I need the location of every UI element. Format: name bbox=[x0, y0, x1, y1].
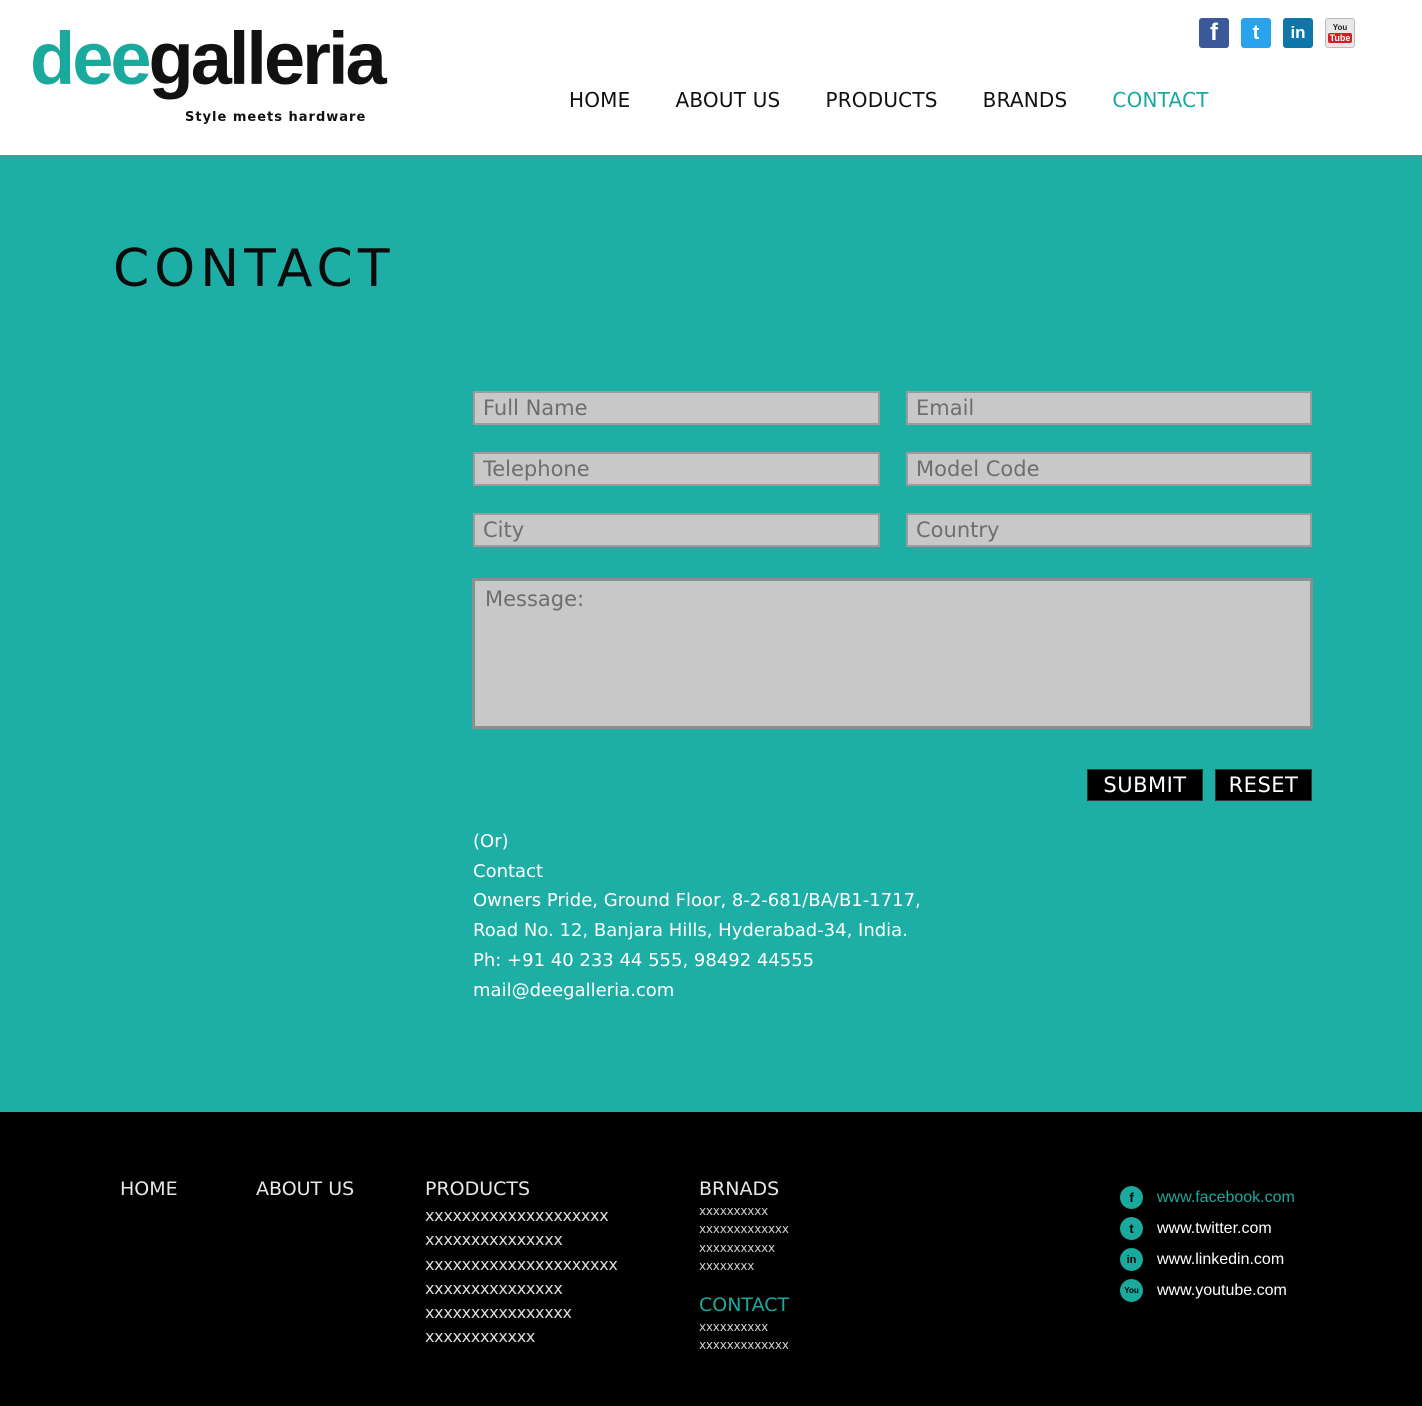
footer-products-link[interactable]: PRODUCTS bbox=[425, 1178, 530, 1200]
model-code-input[interactable] bbox=[906, 452, 1312, 486]
linkedin-glyph: in bbox=[1290, 23, 1306, 42]
youtube-glyph-bottom: Tube bbox=[1327, 33, 1353, 43]
facebook-glyph: f bbox=[1210, 19, 1218, 46]
list-item[interactable]: xxxxxxxxxxxxx bbox=[699, 1220, 789, 1238]
linkedin-link[interactable]: www.linkedin.com bbox=[1157, 1251, 1284, 1269]
footer-social-linkedin: in www.linkedin.com bbox=[1120, 1244, 1295, 1275]
list-item[interactable]: xxxxxxxxxxxxxxxxxxxx bbox=[425, 1204, 618, 1228]
logo-wordmark: deegalleria bbox=[30, 22, 387, 96]
list-item[interactable]: xxxxxxxxxxxx bbox=[425, 1325, 618, 1349]
logo-tagline: Style meets hardware bbox=[185, 110, 367, 125]
contact-heading: Contact bbox=[473, 860, 544, 882]
or-label: (Or) bbox=[473, 831, 509, 852]
youtube-icon[interactable]: You bbox=[1120, 1279, 1143, 1302]
footer-social-links: f www.facebook.com t www.twitter.com in … bbox=[1120, 1182, 1295, 1306]
logo-part-galleria: galleria bbox=[148, 17, 387, 100]
header-social-icons: f t in You Tube bbox=[1199, 18, 1355, 48]
site-header: deegalleria Style meets hardware f t in … bbox=[0, 0, 1422, 155]
twitter-glyph: t bbox=[1252, 21, 1260, 44]
footer-contact-list: xxxxxxxxxx xxxxxxxxxxxxx bbox=[699, 1318, 789, 1355]
contact-email[interactable]: mail@deegalleria.com bbox=[473, 976, 921, 1006]
nav-contact[interactable]: CONTACT bbox=[1112, 88, 1208, 112]
footer-social-facebook: f www.facebook.com bbox=[1120, 1182, 1295, 1213]
twitter-link[interactable]: www.twitter.com bbox=[1157, 1220, 1272, 1238]
youtube-icon[interactable]: You Tube bbox=[1325, 18, 1355, 48]
address-line-1: Owners Pride, Ground Floor, 8-2-681/BA/B… bbox=[473, 890, 921, 912]
list-item[interactable]: xxxxxxxxxxxxxxxxxxxxx bbox=[425, 1253, 618, 1277]
nav-brands[interactable]: BRANDS bbox=[983, 88, 1068, 112]
message-textarea[interactable] bbox=[472, 578, 1313, 729]
list-item[interactable]: xxxxxxxxxxxxxxx bbox=[425, 1277, 618, 1301]
nav-about-us[interactable]: ABOUT US bbox=[675, 88, 780, 112]
list-item[interactable]: xxxxxxxxxxxxx bbox=[699, 1336, 789, 1354]
reset-button[interactable]: RESET bbox=[1215, 769, 1312, 801]
telephone-input[interactable] bbox=[473, 452, 880, 486]
submit-button[interactable]: SUBMIT bbox=[1087, 769, 1203, 801]
twitter-icon[interactable]: t bbox=[1241, 18, 1271, 48]
list-item[interactable]: xxxxxxxxxxx bbox=[699, 1239, 789, 1257]
list-item[interactable]: xxxxxxxxxx bbox=[699, 1318, 789, 1336]
linkedin-icon[interactable]: in bbox=[1120, 1248, 1143, 1271]
page-title: CONTACT bbox=[113, 239, 395, 299]
facebook-icon[interactable]: f bbox=[1120, 1186, 1143, 1209]
footer-products-list: xxxxxxxxxxxxxxxxxxxx xxxxxxxxxxxxxxx xxx… bbox=[425, 1204, 618, 1350]
city-input[interactable] bbox=[473, 513, 880, 547]
list-item[interactable]: xxxxxxxxxxxxxxxx bbox=[425, 1301, 618, 1325]
contact-section: CONTACT SUBMIT RESET (Or) Contact Owners… bbox=[0, 155, 1422, 1112]
footer-brands-list: xxxxxxxxxx xxxxxxxxxxxxx xxxxxxxxxxx xxx… bbox=[699, 1202, 789, 1275]
footer-contact-link[interactable]: CONTACT bbox=[699, 1294, 789, 1316]
nav-home[interactable]: HOME bbox=[569, 88, 630, 112]
footer-social-youtube: You www.youtube.com bbox=[1120, 1275, 1295, 1306]
nav-products[interactable]: PRODUCTS bbox=[825, 88, 937, 112]
facebook-link[interactable]: www.facebook.com bbox=[1157, 1189, 1295, 1207]
footer-brands-link[interactable]: BRNADS bbox=[699, 1178, 779, 1200]
site-footer: HOME ABOUT US PRODUCTS xxxxxxxxxxxxxxxxx… bbox=[0, 1112, 1422, 1406]
address-line-2: Road No. 12, Banjara Hills, Hyderabad-34… bbox=[473, 920, 908, 942]
linkedin-icon[interactable]: in bbox=[1283, 18, 1313, 48]
country-input[interactable] bbox=[906, 513, 1312, 547]
phone-numbers: Ph: +91 40 233 44 555, 98492 44555 bbox=[473, 949, 815, 971]
footer-home-link[interactable]: HOME bbox=[120, 1178, 178, 1200]
email-input[interactable] bbox=[906, 391, 1312, 425]
list-item[interactable]: xxxxxxxxxx bbox=[699, 1202, 789, 1220]
facebook-icon[interactable]: f bbox=[1199, 18, 1229, 48]
full-name-input[interactable] bbox=[473, 391, 880, 425]
alternate-contact-block: (Or) Contact Owners Pride, Ground Floor,… bbox=[473, 827, 921, 1005]
youtube-link[interactable]: www.youtube.com bbox=[1157, 1282, 1287, 1300]
youtube-glyph-top: You bbox=[1332, 23, 1348, 32]
list-item[interactable]: xxxxxxxx bbox=[699, 1257, 789, 1275]
twitter-icon[interactable]: t bbox=[1120, 1217, 1143, 1240]
footer-social-twitter: t www.twitter.com bbox=[1120, 1213, 1295, 1244]
list-item[interactable]: xxxxxxxxxxxxxxx bbox=[425, 1228, 618, 1252]
logo-part-dee: dee bbox=[30, 17, 152, 100]
footer-about-link[interactable]: ABOUT US bbox=[256, 1178, 354, 1200]
main-nav: HOME ABOUT US PRODUCTS BRANDS CONTACT bbox=[569, 88, 1254, 112]
brand-logo[interactable]: deegalleria Style meets hardware bbox=[30, 22, 387, 128]
